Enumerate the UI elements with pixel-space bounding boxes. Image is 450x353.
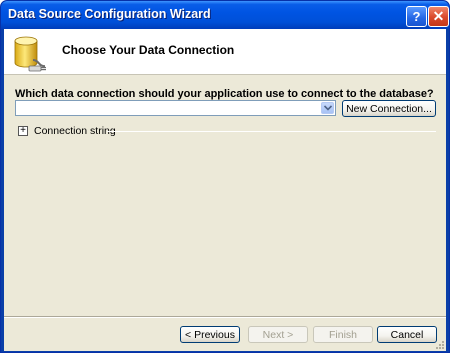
window-title: Data Source Configuration Wizard [8, 7, 211, 21]
next-button[interactable]: Next > [248, 326, 308, 343]
page-title: Choose Your Data Connection [62, 43, 235, 57]
connection-question-label: Which data connection should your applic… [15, 88, 434, 100]
database-connection-icon [14, 36, 46, 72]
wizard-header: Choose Your Data Connection [4, 29, 446, 75]
data-connection-dropdown[interactable] [15, 100, 336, 116]
chevron-down-icon[interactable] [321, 102, 334, 114]
wizard-window: Data Source Configuration Wizard ? ✕ Cho… [0, 0, 450, 353]
close-glyph: ✕ [432, 8, 445, 24]
new-connection-button[interactable]: New Connection... [342, 100, 436, 117]
close-icon[interactable]: ✕ [428, 6, 449, 27]
cancel-button[interactable]: Cancel [377, 326, 437, 343]
resize-grip-icon[interactable] [435, 340, 445, 350]
title-bar[interactable]: Data Source Configuration Wizard ? ✕ [1, 1, 449, 29]
finish-button[interactable]: Finish [313, 326, 373, 343]
footer-divider [4, 316, 446, 318]
help-icon[interactable]: ? [406, 6, 427, 27]
section-divider [107, 131, 436, 132]
expand-connection-string-icon[interactable]: + [18, 126, 28, 136]
chevron-down-glyph [323, 105, 332, 111]
help-glyph: ? [412, 9, 421, 24]
connection-string-label: Connection string [34, 125, 116, 137]
wizard-body: Choose Your Data Connection Which data c… [4, 29, 446, 351]
previous-button[interactable]: < Previous [180, 326, 240, 343]
